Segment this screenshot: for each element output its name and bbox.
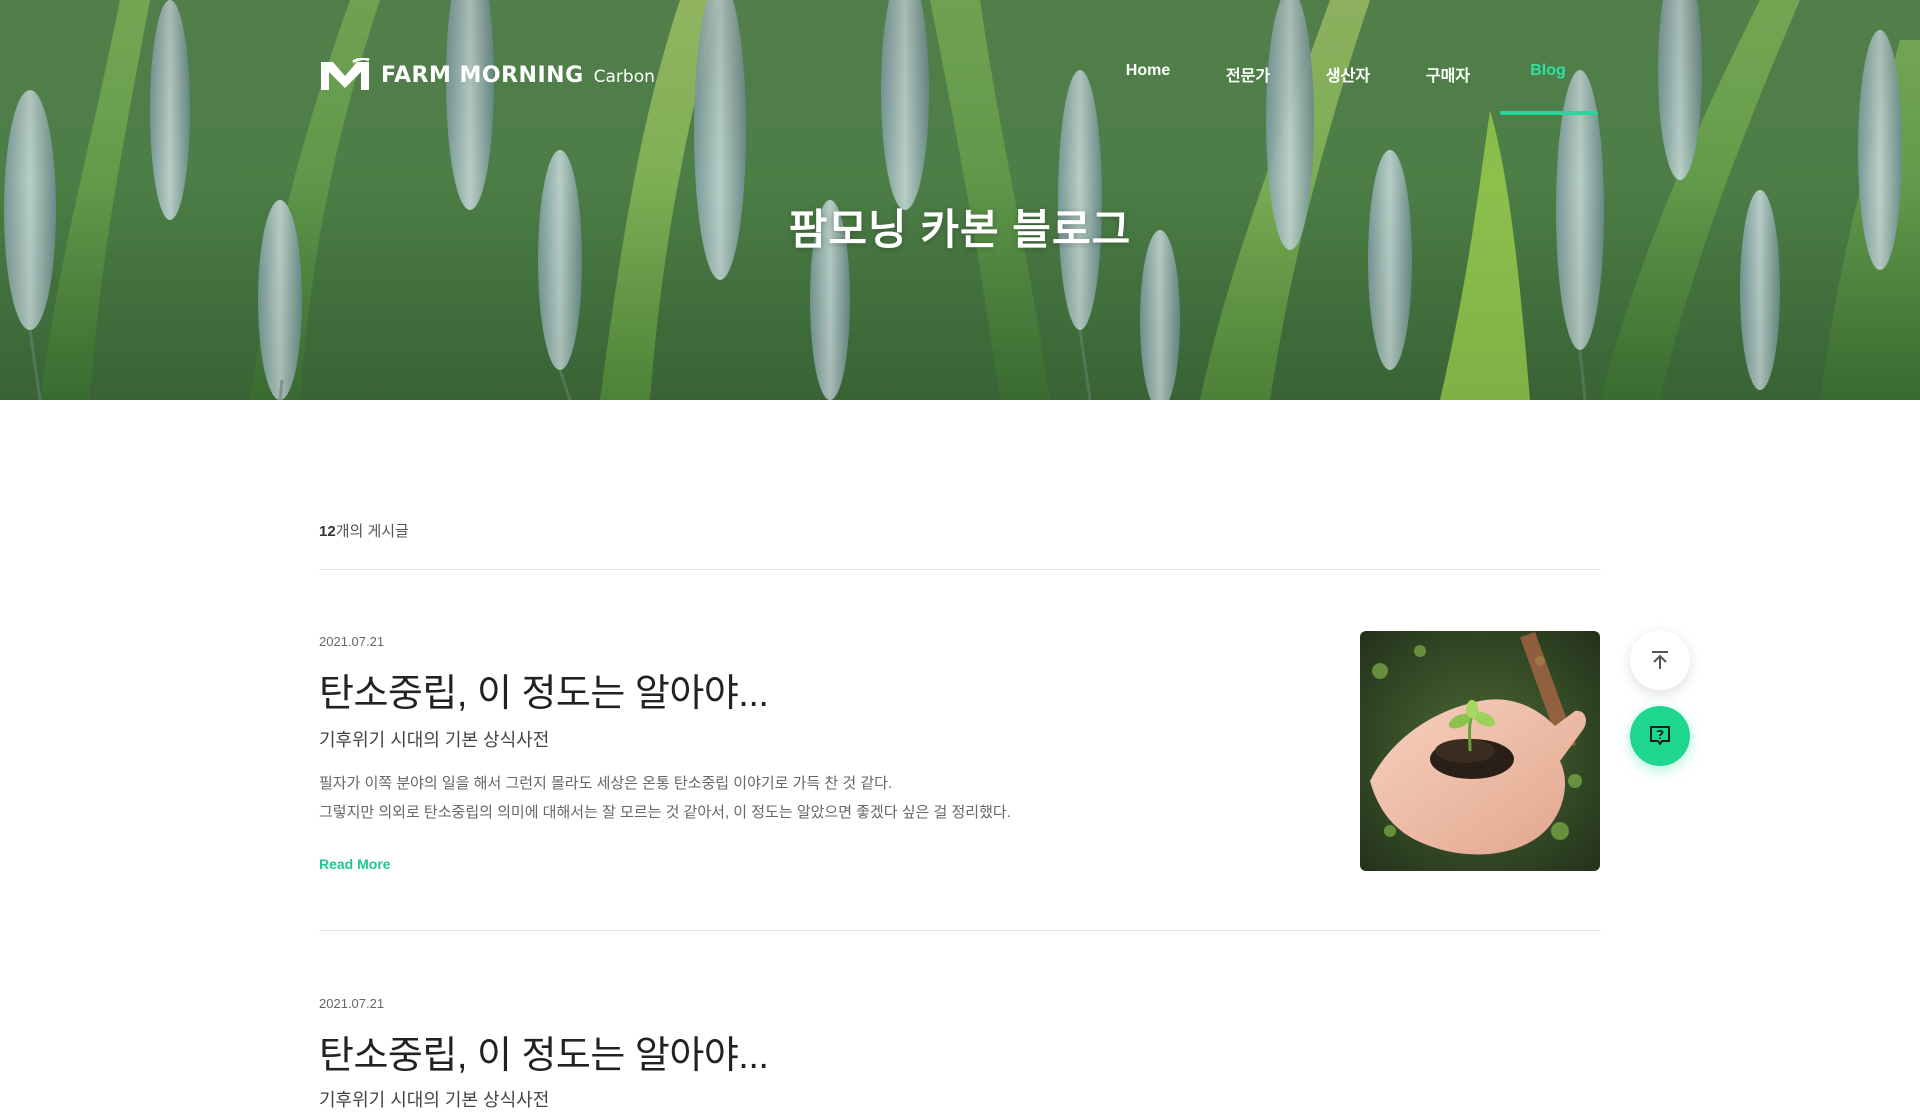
post-title[interactable]: 탄소중립, 이 정도는 알아야... bbox=[319, 662, 769, 717]
post-excerpt-line: 필자가 이쪽 분야의 일을 해서 그런지 몰라도 세상은 온통 탄소중립 이야기… bbox=[319, 775, 893, 792]
post-excerpt-line: 그렇지만 의외로 탄소중립의 의미에 대해서는 잘 모르는 것 같아서, 이 정… bbox=[319, 804, 1011, 821]
post-count-number: 12 bbox=[319, 523, 336, 540]
read-more-link[interactable]: Read More bbox=[319, 856, 391, 872]
post-divider bbox=[319, 930, 1601, 931]
post-subtitle: 기후위기 시대의 기본 상식사전 bbox=[319, 1090, 550, 1110]
post-date: 2021.07.21 bbox=[319, 996, 385, 1011]
help-chat-icon bbox=[1650, 726, 1670, 745]
post-thumbnail[interactable] bbox=[1360, 631, 1600, 871]
nav-buyer[interactable]: 구매자 bbox=[1426, 62, 1470, 86]
brand-sub: Carbon bbox=[593, 67, 655, 87]
brand-logo[interactable]: FARM MORNING Carbon bbox=[319, 58, 655, 92]
nav-expert[interactable]: 전문가 bbox=[1226, 62, 1270, 86]
post-count-suffix: 개의 게시글 bbox=[335, 523, 409, 540]
help-chat-button[interactable] bbox=[1630, 706, 1690, 766]
nav-blog[interactable]: Blog bbox=[1530, 62, 1566, 80]
page-title: 팜모닝 카본 블로그 bbox=[788, 206, 1132, 253]
nav-active-underline bbox=[1500, 111, 1598, 115]
post-count: 12개의 게시글 bbox=[319, 520, 409, 541]
brand-name: FARM MORNING bbox=[381, 62, 584, 88]
arrow-up-to-top-icon bbox=[1652, 651, 1668, 669]
nav-producer[interactable]: 생산자 bbox=[1326, 62, 1370, 86]
post-subtitle: 기후위기 시대의 기본 상식사전 bbox=[319, 730, 550, 750]
list-divider-top bbox=[319, 569, 1601, 570]
post-title[interactable]: 탄소중립, 이 정도는 알아야... bbox=[319, 1024, 769, 1079]
post-excerpt: 필자가 이쪽 분야의 일을 해서 그런지 몰라도 세상은 온통 탄소중립 이야기… bbox=[319, 769, 1011, 827]
post-date: 2021.07.21 bbox=[319, 634, 385, 649]
nav-home[interactable]: Home bbox=[1126, 62, 1170, 80]
hero-banner: FARM MORNING Carbon Home 전문가 생산자 구매자 Blo… bbox=[0, 0, 1920, 400]
farm-morning-logo-icon bbox=[321, 58, 370, 90]
seedling-in-hand-image bbox=[1360, 631, 1600, 871]
scroll-to-top-button[interactable] bbox=[1630, 630, 1690, 690]
main-nav: Home 전문가 생산자 구매자 Blog bbox=[1100, 62, 1600, 118]
